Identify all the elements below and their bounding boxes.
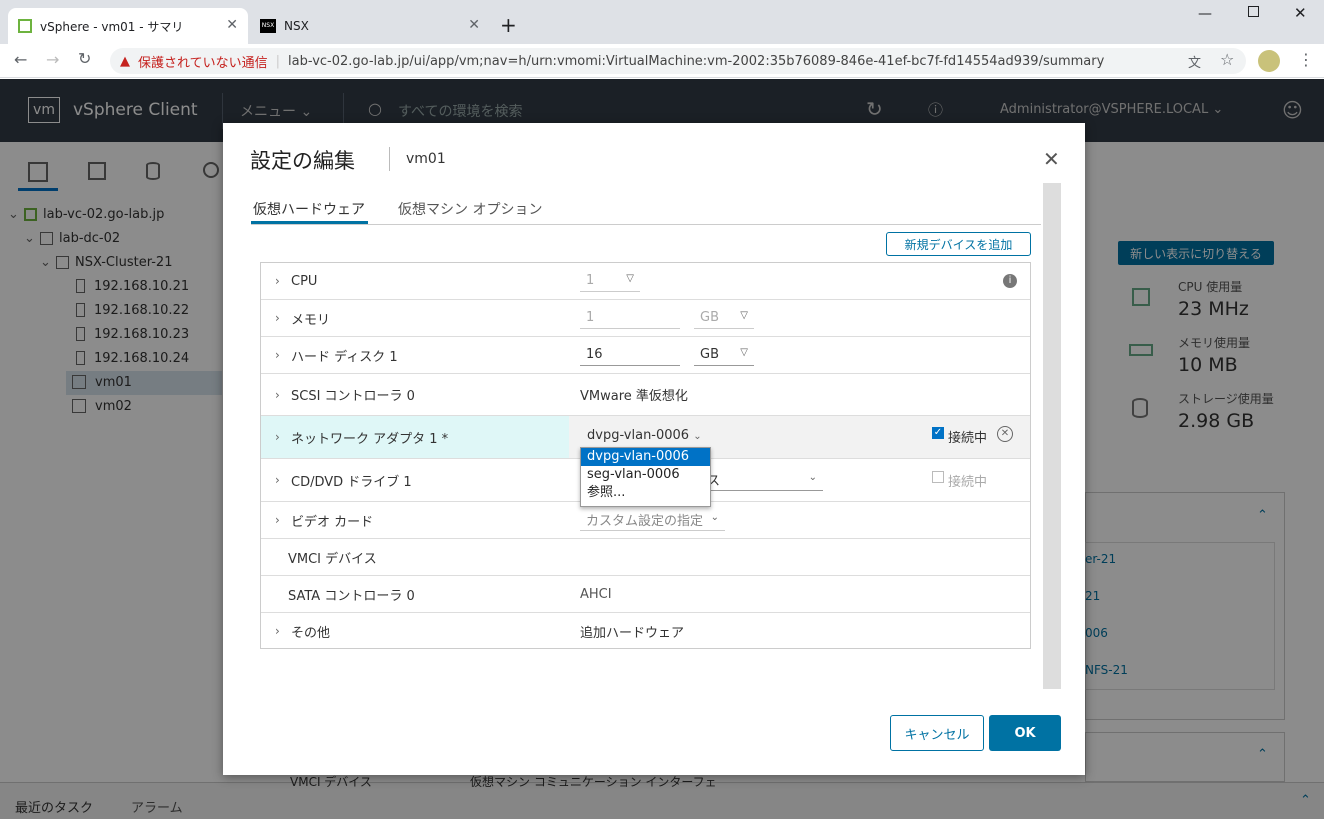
video-select[interactable]: カスタム設定の指定 ⌄	[580, 509, 725, 531]
network-select[interactable]: dvpg-vlan-0006 ⌄	[587, 428, 702, 443]
chevron-down-icon: ▽	[740, 310, 748, 321]
address-bar: ← → ↻ ▲ 保護されていない通信 | lab-vc-02.go-lab.jp…	[0, 44, 1324, 78]
more-menu-icon[interactable]: ⋮	[1298, 50, 1314, 69]
memory-input[interactable]: 1	[580, 307, 680, 329]
warning-icon: ▲	[120, 53, 130, 69]
minimize-icon[interactable]: —	[1198, 6, 1212, 22]
dialog-title: 設定の編集	[250, 149, 355, 173]
scrollbar[interactable]	[1043, 183, 1061, 689]
expand-chevron-icon[interactable]: ›	[275, 300, 280, 336]
close-window-icon[interactable]: ✕	[1294, 4, 1307, 22]
disk-unit-select[interactable]: GB ▽	[694, 344, 754, 366]
forward-icon[interactable]: →	[46, 50, 59, 69]
close-tab-icon[interactable]: ✕	[226, 17, 238, 33]
close-dialog-icon[interactable]: ✕	[1043, 147, 1060, 171]
cpu-label: CPU	[291, 273, 318, 289]
expand-chevron-icon[interactable]: ›	[275, 374, 280, 415]
cddvd-connected-checkbox[interactable]	[932, 471, 944, 483]
sata-value: AHCI	[580, 586, 612, 602]
row-sata: SATA コントローラ 0 AHCI	[261, 576, 1030, 613]
tab-virtual-hardware[interactable]: 仮想ハードウェア	[253, 199, 365, 219]
new-tab-icon[interactable]: +	[500, 13, 517, 37]
video-value: カスタム設定の指定	[586, 514, 704, 529]
memory-unit: GB	[700, 310, 719, 325]
chevron-down-icon: ⌄	[710, 512, 719, 523]
chevron-down-icon: ⌄	[808, 472, 817, 483]
add-new-device-button[interactable]: 新規デバイスを追加	[886, 232, 1031, 256]
cpu-select[interactable]: 1 ▽	[580, 270, 640, 292]
dropdown-option-browse[interactable]: 参照...	[581, 484, 710, 502]
tab-title: NSX	[284, 19, 309, 33]
back-icon[interactable]: ←	[14, 50, 27, 69]
translate-icon[interactable]: 文	[1188, 52, 1201, 71]
cancel-button[interactable]: キャンセル	[890, 715, 984, 751]
connected-label: 接続中	[948, 431, 988, 446]
tab-baseline	[251, 224, 1041, 225]
row-scsi: › SCSI コントローラ 0 VMware 準仮想化	[261, 374, 1030, 416]
bookmark-star-icon[interactable]: ☆	[1220, 50, 1234, 69]
separator: |	[275, 53, 281, 69]
video-label: ビデオ カード	[291, 514, 374, 530]
row-cpu: › CPU 1 ▽ i	[261, 263, 1030, 300]
scsi-value: VMware 準仮想化	[580, 389, 688, 404]
expand-chevron-icon[interactable]: ›	[275, 502, 280, 538]
cddvd-label: CD/DVD ドライブ 1	[291, 474, 412, 490]
network-dropdown-menu: dvpg-vlan-0006 seg-vlan-0006 参照...	[580, 447, 711, 507]
memory-unit-select[interactable]: GB ▽	[694, 307, 754, 329]
tab-nsx[interactable]: NSX NSX ✕	[250, 8, 490, 44]
disk-label: ハード ディスク 1	[291, 349, 398, 365]
tab-vm-options[interactable]: 仮想マシン オプション	[398, 199, 542, 219]
expand-chevron-icon[interactable]: ›	[275, 613, 280, 649]
connected-checkbox[interactable]: ✓	[932, 427, 944, 439]
vmci-label: VMCI デバイス	[288, 551, 377, 567]
edit-settings-dialog: 設定の編集 vm01 ✕ 仮想ハードウェア 仮想マシン オプション 新規デバイス…	[223, 123, 1085, 775]
url-text: lab-vc-02.go-lab.jp/ui/app/vm;nav=h/urn:…	[288, 53, 1105, 69]
remove-device-icon[interactable]: ✕	[997, 426, 1013, 442]
row-vmci: VMCI デバイス	[261, 539, 1030, 576]
other-label: その他	[291, 625, 331, 641]
row-memory: › メモリ 1 GB ▽	[261, 300, 1030, 337]
expand-chevron-icon[interactable]: ›	[275, 459, 280, 501]
nsx-favicon-icon: NSX	[260, 19, 276, 33]
cddvd-connected-label: 接続中	[948, 475, 988, 490]
sata-label: SATA コントローラ 0	[288, 588, 415, 604]
vsphere-favicon-icon	[18, 19, 32, 33]
expand-chevron-icon[interactable]: ›	[275, 416, 280, 458]
url-omnibox[interactable]: ▲ 保護されていない通信 | lab-vc-02.go-lab.jp/ui/ap…	[110, 48, 1246, 74]
info-icon[interactable]: i	[1003, 274, 1017, 288]
profile-avatar[interactable]	[1258, 50, 1280, 72]
cpu-value: 1	[586, 273, 595, 288]
ok-button[interactable]: OK	[989, 715, 1061, 751]
dropdown-option[interactable]: seg-vlan-0006	[581, 466, 710, 484]
security-warning: 保護されていない通信	[138, 55, 268, 71]
close-tab-icon[interactable]: ✕	[468, 17, 480, 33]
network-label: ネットワーク アダプタ 1 *	[291, 431, 449, 447]
expand-chevron-icon[interactable]: ›	[275, 337, 280, 373]
network-value: dvpg-vlan-0006	[587, 428, 690, 443]
row-other: › その他 追加ハードウェア	[261, 613, 1030, 649]
scsi-label: SCSI コントローラ 0	[291, 389, 415, 404]
title-divider	[389, 147, 390, 171]
browser-tab-bar: vSphere - vm01 - サマリ ✕ NSX NSX ✕ + — ✕	[0, 0, 1324, 44]
dropdown-option-selected[interactable]: dvpg-vlan-0006	[581, 448, 710, 466]
tab-vsphere[interactable]: vSphere - vm01 - サマリ ✕	[8, 8, 248, 44]
maximize-icon[interactable]	[1248, 6, 1259, 17]
tab-title: vSphere - vm01 - サマリ	[40, 19, 184, 34]
hardware-grid: › CPU 1 ▽ i › メモリ 1 GB ▽ › ハード ディスク 1 16 G…	[260, 262, 1031, 649]
row-hard-disk: › ハード ディスク 1 16 GB ▽	[261, 337, 1030, 374]
other-value: 追加ハードウェア	[580, 625, 685, 641]
chevron-down-icon: ▽	[626, 273, 634, 284]
reload-icon[interactable]: ↻	[78, 49, 91, 68]
row-video-card: › ビデオ カード カスタム設定の指定 ⌄	[261, 502, 1030, 539]
disk-unit: GB	[700, 347, 719, 362]
expand-chevron-icon[interactable]: ›	[275, 263, 280, 299]
cddvd-select[interactable]: ス ⌄	[701, 469, 823, 491]
dialog-vm-name: vm01	[406, 151, 446, 167]
memory-label: メモリ	[291, 312, 331, 328]
disk-size-input[interactable]: 16	[580, 344, 680, 366]
chevron-down-icon: ⌄	[693, 431, 702, 442]
chevron-down-icon: ▽	[740, 347, 748, 358]
